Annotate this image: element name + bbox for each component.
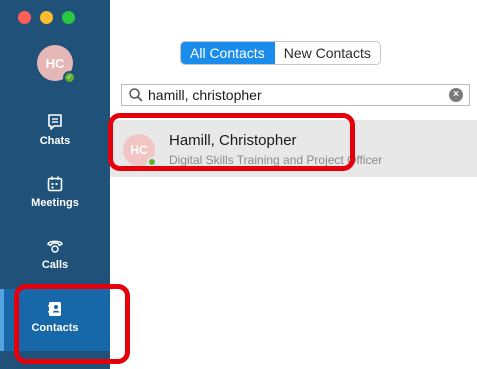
highlight-contact-result <box>108 113 355 171</box>
clear-search-icon[interactable]: × <box>449 88 463 102</box>
user-avatar-initials: HC <box>45 55 65 71</box>
window-controls <box>18 11 84 24</box>
chat-icon <box>48 114 62 130</box>
nav-calls[interactable]: Calls <box>0 237 110 271</box>
nav-chats-label: Chats <box>39 135 71 147</box>
search-box: × <box>121 84 470 106</box>
nav-meetings-label: Meetings <box>31 197 79 209</box>
contacts-filter-tabs: All Contacts New Contacts <box>180 41 381 65</box>
minimize-window-button[interactable] <box>40 11 53 24</box>
nav-chats[interactable]: Chats <box>0 113 110 147</box>
presence-available-icon: ✓ <box>63 71 76 84</box>
calendar-icon <box>47 176 63 192</box>
zoom-window-button[interactable] <box>62 11 75 24</box>
phone-icon <box>47 240 63 253</box>
close-window-button[interactable] <box>18 11 31 24</box>
nav-meetings[interactable]: Meetings <box>0 175 110 209</box>
tab-new-contacts[interactable]: New Contacts <box>274 42 380 64</box>
search-icon <box>129 88 143 102</box>
user-avatar[interactable]: HC ✓ <box>37 45 76 84</box>
highlight-contacts-nav <box>14 284 130 364</box>
tab-all-contacts[interactable]: All Contacts <box>181 42 275 64</box>
nav-calls-label: Calls <box>41 259 69 271</box>
search-input[interactable] <box>148 85 449 105</box>
